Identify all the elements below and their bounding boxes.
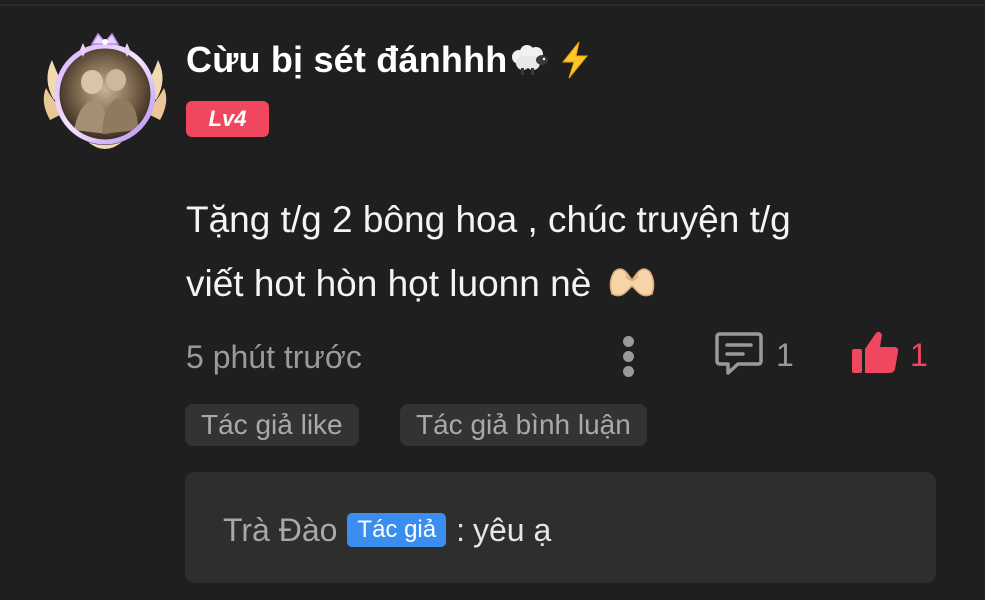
comment-body: Tặng t/g 2 bông hoa , chúc truyện t/g vi… xyxy=(186,188,946,316)
comment-timestamp: 5 phút trước xyxy=(186,339,362,375)
reply-count: 1 xyxy=(776,336,794,373)
comment-text-line-2: viết hot hòn họt luonn nè xyxy=(186,263,592,304)
reply-button[interactable]: 1 xyxy=(714,330,794,381)
username[interactable]: Cừu bị sét đánhhh xyxy=(186,38,595,82)
reply-text: yêu ạ xyxy=(473,511,552,548)
author-liked-tag: Tác giả like xyxy=(185,404,359,446)
top-divider xyxy=(0,4,985,6)
lightning-icon xyxy=(555,40,595,80)
author-reply: Trà Đào Tác giả : yêu ạ xyxy=(223,510,551,550)
like-button[interactable]: 1 xyxy=(850,330,928,380)
author-reply-box[interactable]: Trà Đào Tác giả : yêu ạ xyxy=(185,472,936,583)
comment-bubble-icon xyxy=(714,330,764,381)
comment-text-line-2-wrap: viết hot hòn họt luonn nè xyxy=(186,252,946,316)
level-badge: Lv4 xyxy=(186,101,269,137)
more-options-button[interactable] xyxy=(614,334,644,378)
more-dots-icon xyxy=(623,351,634,362)
more-dots-icon xyxy=(623,366,634,377)
more-dots-icon xyxy=(623,336,634,347)
username-text: Cừu bị sét đánhhh xyxy=(186,39,508,80)
author-commented-tag: Tác giả bình luận xyxy=(400,404,647,446)
comment-text-line-1: Tặng t/g 2 bông hoa , chúc truyện t/g xyxy=(186,199,791,240)
sheep-icon xyxy=(509,43,549,77)
author-badge: Tác giả xyxy=(347,513,447,547)
reply-author-name[interactable]: Trà Đào xyxy=(223,512,337,549)
heart-hands-icon xyxy=(606,256,658,297)
avatar[interactable] xyxy=(40,30,170,156)
reply-separator: : xyxy=(456,511,465,548)
like-count: 1 xyxy=(910,336,928,373)
thumbs-up-icon xyxy=(850,329,900,382)
